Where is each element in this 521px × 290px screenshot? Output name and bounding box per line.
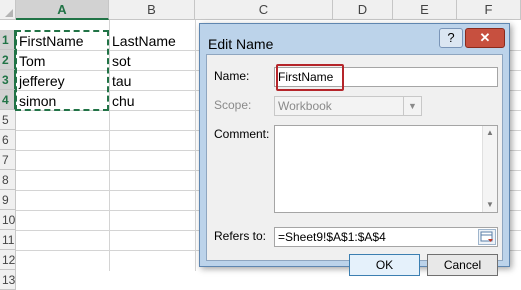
row-header-2[interactable]: 2 — [0, 50, 16, 70]
row-header-10[interactable]: 10 — [0, 210, 16, 230]
column-header-c[interactable]: C — [195, 0, 333, 20]
comment-scrollbar[interactable]: ▲ ▼ — [482, 126, 497, 212]
column-header-d[interactable]: D — [333, 0, 393, 20]
scope-value: Workbook — [278, 99, 332, 113]
name-highlight-box — [276, 64, 344, 91]
scope-label: Scope: — [214, 98, 252, 112]
dropdown-arrow-icon: ▼ — [403, 97, 421, 115]
copy-marquee-selection — [15, 30, 109, 111]
help-icon[interactable]: ? — [439, 28, 463, 48]
grid-line — [195, 20, 196, 271]
comment-label: Comment: — [214, 127, 270, 141]
refers-to-value: =Sheet9!$A$1:$A$4 — [278, 230, 386, 244]
row-header-4[interactable]: 4 — [0, 90, 16, 110]
ok-button[interactable]: OK — [349, 254, 420, 276]
row-header-12[interactable]: 12 — [0, 250, 16, 270]
row-header-7[interactable]: 7 — [0, 150, 16, 170]
edit-name-dialog: Edit Name ? ✕ Name: FirstName Scope: Wor… — [199, 23, 510, 276]
name-label: Name: — [214, 69, 250, 83]
close-icon[interactable]: ✕ — [465, 28, 505, 48]
refers-to-field[interactable]: =Sheet9!$A$1:$A$4 — [274, 227, 498, 247]
row-header-5[interactable]: 5 — [0, 110, 16, 130]
cancel-button[interactable]: Cancel — [427, 254, 498, 276]
cell-b3[interactable]: tau — [112, 71, 131, 91]
row-header-11[interactable]: 11 — [0, 230, 16, 250]
row-header-3[interactable]: 3 — [0, 70, 16, 90]
scope-select: Workbook ▼ — [274, 96, 422, 116]
column-header-a[interactable]: A — [16, 0, 109, 20]
grid-line — [109, 20, 110, 271]
dialog-title: Edit Name — [208, 36, 274, 52]
cell-b4[interactable]: chu — [112, 91, 135, 111]
scroll-up-icon[interactable]: ▲ — [483, 126, 497, 140]
row-header-9[interactable]: 9 — [0, 190, 16, 210]
column-header-f[interactable]: F — [457, 0, 521, 20]
comment-field[interactable]: ▲ ▼ — [274, 125, 498, 213]
select-all-triangle-icon — [5, 9, 13, 17]
column-header-b[interactable]: B — [109, 0, 195, 20]
cell-b2[interactable]: sot — [112, 51, 131, 71]
refers-to-label: Refers to: — [214, 229, 267, 243]
dialog-body: Name: FirstName Scope: Workbook ▼ Commen… — [206, 54, 503, 276]
column-header-e[interactable]: E — [393, 0, 457, 20]
select-all-corner[interactable] — [0, 0, 16, 20]
row-header-6[interactable]: 6 — [0, 130, 16, 150]
row-header-8[interactable]: 8 — [0, 170, 16, 190]
row-header-13[interactable]: 13 — [0, 270, 16, 290]
scroll-down-icon[interactable]: ▼ — [483, 198, 497, 212]
cell-b1[interactable]: LastName — [112, 31, 176, 51]
collapse-dialog-icon[interactable] — [478, 229, 496, 245]
row-header-1[interactable]: 1 — [0, 30, 16, 50]
